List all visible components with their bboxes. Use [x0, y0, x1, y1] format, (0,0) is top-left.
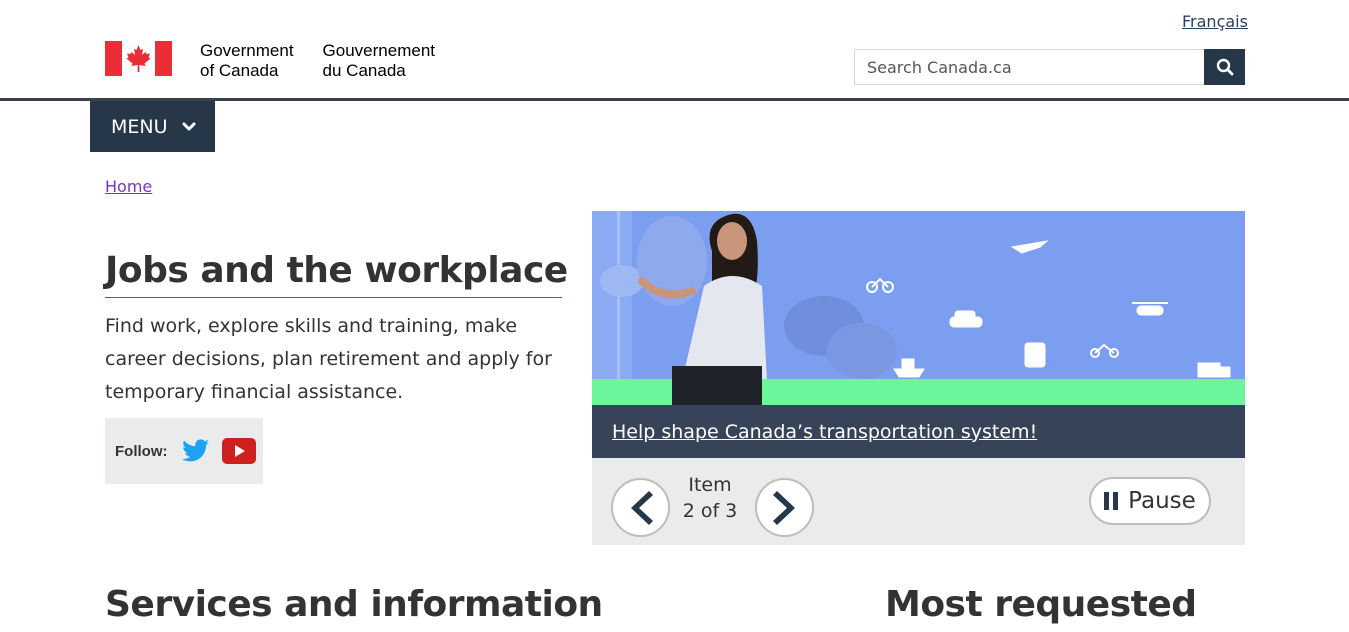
twitter-icon[interactable]: [181, 439, 210, 463]
services-heading: Services and information: [105, 584, 603, 625]
pause-button[interactable]: Pause: [1089, 477, 1211, 525]
slide-position: Item 2 of 3: [682, 474, 738, 522]
chevron-left-icon: [630, 490, 653, 525]
social-follow-box: Follow:: [105, 418, 263, 484]
government-signature[interactable]: Government of Canada Gouvernement du Can…: [105, 41, 435, 81]
brand-english: Government of Canada: [200, 41, 294, 80]
feature-carousel: Help shape Canada’s transportation syste…: [592, 211, 1245, 545]
brand-french: Gouvernement du Canada: [322, 41, 435, 80]
language-toggle-link[interactable]: Français: [1182, 12, 1248, 31]
site-search: [854, 49, 1245, 85]
pause-icon: [1104, 492, 1119, 510]
slide-caption: Help shape Canada’s transportation syste…: [592, 405, 1245, 458]
menu-label: MENU: [111, 115, 168, 138]
menu-button[interactable]: MENU: [90, 101, 215, 152]
search-button[interactable]: [1204, 49, 1245, 85]
pause-label: Pause: [1128, 488, 1196, 514]
chevron-right-icon: [772, 490, 795, 525]
next-slide-button[interactable]: [755, 478, 814, 537]
title-underline: [105, 297, 562, 298]
page-intro: Find work, explore skills and training, …: [105, 315, 552, 403]
most-requested-heading: Most requested: [885, 584, 1197, 625]
chevron-down-icon: [182, 122, 196, 130]
previous-slide-button[interactable]: [611, 478, 670, 537]
breadcrumb-home-link[interactable]: Home: [105, 177, 152, 196]
canada-flag-icon: [105, 41, 172, 76]
slide-image[interactable]: [592, 211, 1245, 405]
page-title: Jobs and the workplace: [105, 250, 568, 291]
follow-label: Follow:: [115, 442, 168, 460]
search-input[interactable]: [854, 49, 1204, 85]
search-icon: [1216, 58, 1233, 76]
youtube-icon[interactable]: [221, 438, 256, 464]
slide-caption-link[interactable]: Help shape Canada’s transportation syste…: [612, 421, 1037, 443]
